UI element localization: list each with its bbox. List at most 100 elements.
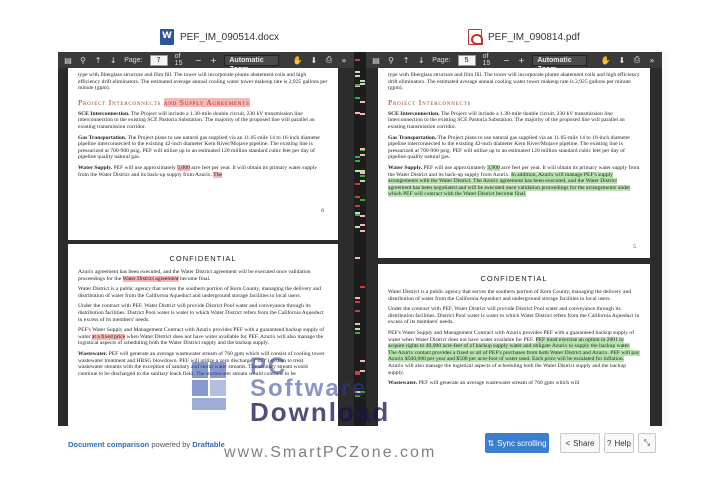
expand-icon: ⤡ [643, 438, 651, 447]
change-marker[interactable] [360, 80, 365, 82]
water-value-deleted: 5,000 [177, 164, 190, 171]
change-marker[interactable] [360, 101, 365, 103]
change-marker[interactable] [360, 224, 365, 226]
change-marker[interactable] [360, 180, 365, 182]
fullscreen-button[interactable]: ⤡ [638, 433, 656, 453]
change-marker[interactable] [355, 212, 360, 214]
search-icon[interactable]: ⚲ [79, 55, 87, 65]
brand-draftable-link[interactable]: Draftable [192, 440, 225, 449]
left-file-name: PEF_IM_090514.docx [180, 31, 279, 43]
page-number-input[interactable]: 7 [149, 54, 168, 66]
zoom-out-icon[interactable]: − [194, 55, 202, 65]
section-heading: Project Interconnects [388, 97, 472, 107]
gas-label: Gas Transportation. [388, 134, 437, 141]
water-text-a: PEF will use approximately [423, 164, 486, 171]
change-marker[interactable] [360, 286, 365, 288]
section-heading: Project Interconnects and Supply Agreeme… [78, 97, 328, 107]
change-marker[interactable] [355, 226, 360, 228]
wastewater-paragraph: Wastewater. PEF will generate an average… [78, 351, 328, 377]
change-marker[interactable] [355, 328, 360, 330]
water-paragraph: Water Supply. PEF will use approximately… [388, 164, 640, 198]
change-marker[interactable] [355, 170, 360, 172]
right-scrollbar[interactable] [662, 52, 668, 426]
page-up-icon[interactable]: ↑ [402, 55, 410, 65]
change-marker[interactable] [360, 172, 365, 174]
change-marker[interactable] [360, 215, 365, 217]
zoom-select[interactable]: Automatic Zoom [532, 54, 587, 73]
change-marker[interactable] [355, 301, 360, 303]
sidebar-toggle-icon[interactable]: ▤ [64, 55, 72, 65]
search-icon[interactable]: ⚲ [387, 55, 395, 65]
backup-deleted: at a fixed price [91, 333, 126, 340]
help-label: Help [614, 438, 631, 448]
sync-label: Sync scrolling [497, 438, 547, 448]
change-marker[interactable] [360, 370, 365, 372]
pdf-file-icon [468, 29, 483, 45]
change-marker[interactable] [355, 156, 360, 158]
change-marker[interactable] [360, 83, 365, 85]
change-marker[interactable] [360, 230, 365, 232]
sce-label: SCE Interconnection. [388, 110, 440, 117]
print-icon[interactable]: ⎙ [325, 55, 333, 65]
left-page-6: type with fiberglass structure and film … [68, 68, 338, 240]
help-button[interactable]: ? Help [604, 433, 634, 453]
change-overview-strip[interactable] [354, 52, 366, 426]
change-marker[interactable] [360, 360, 365, 362]
page-label: Page: [432, 56, 451, 64]
change-marker[interactable] [360, 170, 365, 172]
change-marker[interactable] [355, 160, 360, 162]
district-paragraph: Water District is a public agency that s… [78, 286, 322, 299]
left-document-viewer[interactable]: type with fiberglass structure and film … [58, 68, 354, 426]
download-icon[interactable]: ⬇ [310, 55, 318, 65]
change-marker[interactable] [360, 199, 365, 201]
change-marker[interactable] [360, 148, 365, 150]
page-up-icon[interactable]: ↑ [94, 55, 102, 65]
share-button[interactable]: < Share [560, 433, 600, 453]
tools-icon[interactable]: » [648, 55, 656, 65]
change-marker[interactable] [355, 332, 360, 334]
hand-tool-icon[interactable]: ✋ [601, 55, 611, 65]
backup-end: Azurix will also manage the logistical a… [388, 362, 627, 376]
page-number-input[interactable]: 5 [457, 54, 476, 66]
change-marker[interactable] [355, 257, 360, 259]
brand-title[interactable]: Document comparison [68, 440, 149, 449]
gas-paragraph: Gas Transportation. The Project plans to… [78, 135, 328, 161]
change-marker[interactable] [355, 59, 360, 61]
right-document-viewer[interactable]: type with fiberglass structure and film … [366, 68, 662, 426]
change-marker[interactable] [355, 75, 360, 77]
change-marker[interactable] [360, 175, 365, 177]
intro-paragraph: type with fiberglass structure and film … [78, 72, 328, 92]
change-marker[interactable] [355, 323, 360, 325]
change-marker[interactable] [355, 297, 360, 299]
change-marker[interactable] [355, 183, 360, 185]
page-down-icon[interactable]: ↓ [109, 55, 117, 65]
water-label: Water Supply. [78, 164, 113, 171]
zoom-in-icon[interactable]: + [209, 55, 217, 65]
sync-scrolling-button[interactable]: ⇅ Sync scrolling [485, 433, 549, 453]
tools-icon[interactable]: » [340, 55, 348, 65]
sidebar-toggle-icon[interactable]: ▤ [372, 55, 380, 65]
zoom-in-icon[interactable]: + [517, 55, 525, 65]
hand-tool-icon[interactable]: ✋ [293, 55, 303, 65]
print-icon[interactable]: ⎙ [633, 55, 641, 65]
watermark-url: www.SmartPCZone.com [224, 444, 437, 461]
change-marker[interactable] [360, 154, 365, 156]
gas-paragraph: Gas Transportation. The Project plans to… [388, 135, 640, 161]
page-number: 6 [321, 208, 324, 214]
change-marker[interactable] [355, 310, 360, 312]
agreement-end: become final. [180, 275, 211, 282]
change-marker[interactable] [355, 71, 360, 73]
change-marker[interactable] [355, 97, 360, 99]
change-marker[interactable] [360, 113, 365, 115]
download-icon[interactable]: ⬇ [618, 55, 626, 65]
change-marker[interactable] [355, 196, 360, 198]
contract-paragraph: Under the contract with PEF, Water Distr… [78, 303, 324, 323]
page-down-icon[interactable]: ↓ [417, 55, 425, 65]
confidential-heading: CONFIDENTIAL [169, 254, 237, 263]
change-marker[interactable] [355, 112, 360, 114]
change-marker[interactable] [355, 205, 360, 207]
zoom-out-icon[interactable]: − [502, 55, 510, 65]
wastewater-label: Wastewater. [388, 380, 418, 387]
zoom-select[interactable]: Automatic Zoom [224, 54, 279, 73]
gas-label: Gas Transportation. [78, 134, 127, 141]
